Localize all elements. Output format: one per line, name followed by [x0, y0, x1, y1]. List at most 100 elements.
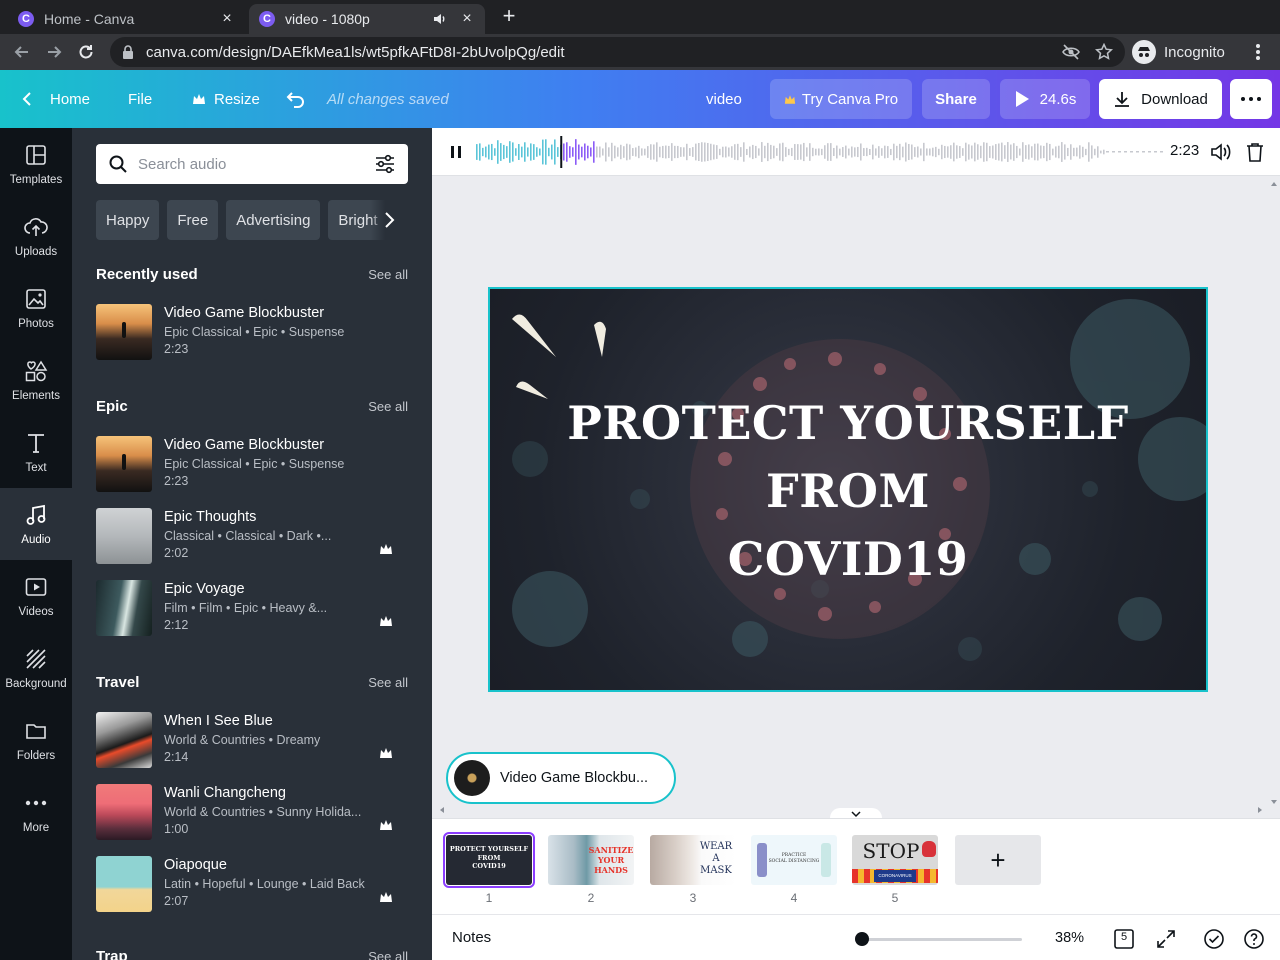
page-thumbnail-4[interactable]: PRACTICE SOCIAL DISTANCING	[751, 835, 837, 885]
bookmark-star-icon[interactable]	[1095, 43, 1113, 61]
canva-favicon-icon: C	[259, 11, 275, 27]
text-icon	[26, 430, 46, 456]
rail-item-videos[interactable]: Videos	[0, 560, 72, 632]
pro-crown-icon	[374, 816, 398, 834]
trash-icon[interactable]	[1243, 140, 1267, 164]
share-button[interactable]: Share	[922, 79, 990, 119]
incognito-label: Incognito	[1164, 43, 1225, 61]
thumb-line: HANDS	[594, 865, 628, 875]
zoom-level[interactable]: 38%	[1055, 930, 1084, 946]
download-button[interactable]: Download	[1099, 79, 1222, 119]
rail-item-elements[interactable]: Elements	[0, 344, 72, 416]
home-button[interactable]: Home	[20, 70, 90, 128]
vertical-scrollbar[interactable]	[1268, 178, 1280, 808]
audio-track-item[interactable]: Epic Thoughts Classical • Classical • Da…	[96, 508, 408, 564]
rail-label: Elements	[12, 390, 60, 402]
canva-favicon-icon: C	[18, 11, 34, 27]
rail-item-folders[interactable]: Folders	[0, 704, 72, 776]
page-thumbnail-5[interactable]: STOP CORONAVIRUS	[852, 835, 938, 885]
chip-advertising[interactable]: Advertising	[226, 200, 321, 240]
document-title[interactable]: video	[706, 70, 742, 128]
track-thumbnail	[96, 784, 152, 840]
audio-track-item[interactable]: Oiapoque Latin • Hopeful • Lounge • Laid…	[96, 856, 408, 912]
templates-icon	[25, 142, 47, 168]
chip-happy[interactable]: Happy	[96, 200, 160, 240]
browser-toolbar: canva.com/design/DAEfkMea1ls/wt5pfkAFtD8…	[0, 34, 1280, 70]
zoom-slider-track[interactable]	[856, 938, 1022, 941]
page-filmstrip: PROTECT YOURSELF FROM COVID19 1 SANITIZE…	[432, 818, 1280, 914]
browser-menu-icon[interactable]	[1250, 42, 1266, 62]
address-bar[interactable]: canva.com/design/DAEfkMea1ls/wt5pfkAFtD8…	[110, 37, 1125, 67]
tab-audio-playing-icon[interactable]	[433, 12, 447, 26]
tracking-blocked-eye-icon[interactable]	[1061, 44, 1081, 60]
try-canva-pro-button[interactable]: Try Canva Pro	[770, 79, 912, 119]
chip-free[interactable]: Free	[167, 200, 219, 240]
rail-item-photos[interactable]: Photos	[0, 272, 72, 344]
see-all-link[interactable]: See all	[368, 949, 408, 960]
track-duration: 2:07	[164, 894, 189, 908]
audio-track-item[interactable]: Wanli Changcheng World & Countries • Sun…	[96, 784, 408, 840]
audio-track-item[interactable]: When I See Blue World & Countries • Drea…	[96, 712, 408, 768]
volume-icon[interactable]	[1209, 140, 1233, 164]
rail-item-more[interactable]: More	[0, 776, 72, 848]
rail-item-text[interactable]: Text	[0, 416, 72, 488]
resize-label: Resize	[214, 90, 260, 108]
audio-search-input[interactable]	[138, 155, 374, 173]
play-preview-button[interactable]: 24.6s	[1000, 79, 1090, 119]
photo-icon	[25, 286, 47, 312]
headline-line: PROTECT YOURSELF	[567, 396, 1129, 450]
browser-tab-home[interactable]: C Home - Canva ×	[8, 4, 245, 34]
new-tab-plus-icon[interactable]: +	[498, 5, 520, 28]
see-all-link[interactable]: See all	[368, 267, 408, 282]
rail-label: Audio	[21, 534, 51, 546]
notes-button[interactable]: Notes	[452, 929, 491, 946]
page-count-button[interactable]: 5	[1112, 927, 1136, 951]
track-genres: World & Countries • Dreamy	[164, 733, 321, 747]
track-thumbnail	[96, 436, 152, 492]
close-tab-icon[interactable]: ×	[219, 11, 235, 27]
zoom-slider-handle[interactable]	[855, 932, 869, 946]
filter-sliders-icon[interactable]	[374, 154, 396, 174]
rail-item-audio[interactable]: Audio	[0, 488, 72, 560]
reload-icon[interactable]	[74, 40, 98, 64]
track-duration: 1:00	[164, 822, 189, 836]
play-duration: 24.6s	[1039, 90, 1077, 108]
forward-arrow-icon[interactable]	[42, 40, 66, 64]
rail-item-background[interactable]: Background	[0, 632, 72, 704]
audio-track-item[interactable]: Video Game Blockbuster Epic Classical • …	[96, 304, 408, 360]
more-options-button[interactable]	[1230, 79, 1272, 119]
slide-canvas[interactable]: PROTECT YOURSELF FROM COVID19	[488, 287, 1208, 692]
audio-track-chip[interactable]: Video Game Blockbu...	[446, 752, 676, 804]
rail-item-templates[interactable]: Templates	[0, 128, 72, 200]
page-thumbnail-2[interactable]: SANITIZE YOUR HANDS	[548, 835, 634, 885]
audio-waveform[interactable]	[474, 136, 1164, 168]
back-arrow-icon[interactable]	[10, 40, 34, 64]
slide-headline[interactable]: PROTECT YOURSELF FROM COVID19	[490, 389, 1206, 593]
thumb-line: PROTECT YOURSELF	[449, 845, 529, 853]
undo-button[interactable]	[286, 70, 306, 128]
page-4-text: PRACTICE SOCIAL DISTANCING	[767, 853, 821, 865]
chips-scroll-right-icon[interactable]	[370, 200, 408, 240]
url-text: canva.com/design/DAEfkMea1ls/wt5pfkAFtD8…	[146, 43, 565, 61]
audio-track-item[interactable]: Video Game Blockbuster Epic Classical • …	[96, 436, 408, 492]
browser-tab-video[interactable]: C video - 1080p ×	[249, 4, 485, 34]
pause-icon[interactable]	[444, 140, 468, 164]
check-circle-icon[interactable]	[1202, 927, 1226, 951]
rail-item-uploads[interactable]: Uploads	[0, 200, 72, 272]
page-number: 5	[891, 891, 899, 905]
see-all-link[interactable]: See all	[368, 399, 408, 414]
audio-track-item[interactable]: Epic Voyage Film • Film • Epic • Heavy &…	[96, 580, 408, 636]
help-icon[interactable]	[1242, 927, 1266, 951]
page-5-subtitle: CORONAVIRUS	[874, 870, 916, 882]
incognito-profile[interactable]: Incognito	[1132, 40, 1225, 64]
fullscreen-icon[interactable]	[1154, 927, 1178, 951]
page-thumbnail-3[interactable]: WEAR A MASK	[650, 835, 736, 885]
file-menu-button[interactable]: File	[128, 70, 152, 128]
page-thumbnail-1[interactable]: PROTECT YOURSELF FROM COVID19	[443, 832, 535, 888]
close-tab-icon[interactable]: ×	[459, 11, 475, 27]
music-note-icon	[25, 502, 47, 528]
resize-button[interactable]: Resize	[192, 70, 260, 128]
page-number: 4	[790, 891, 798, 905]
see-all-link[interactable]: See all	[368, 675, 408, 690]
add-page-button[interactable]: +	[955, 835, 1041, 885]
